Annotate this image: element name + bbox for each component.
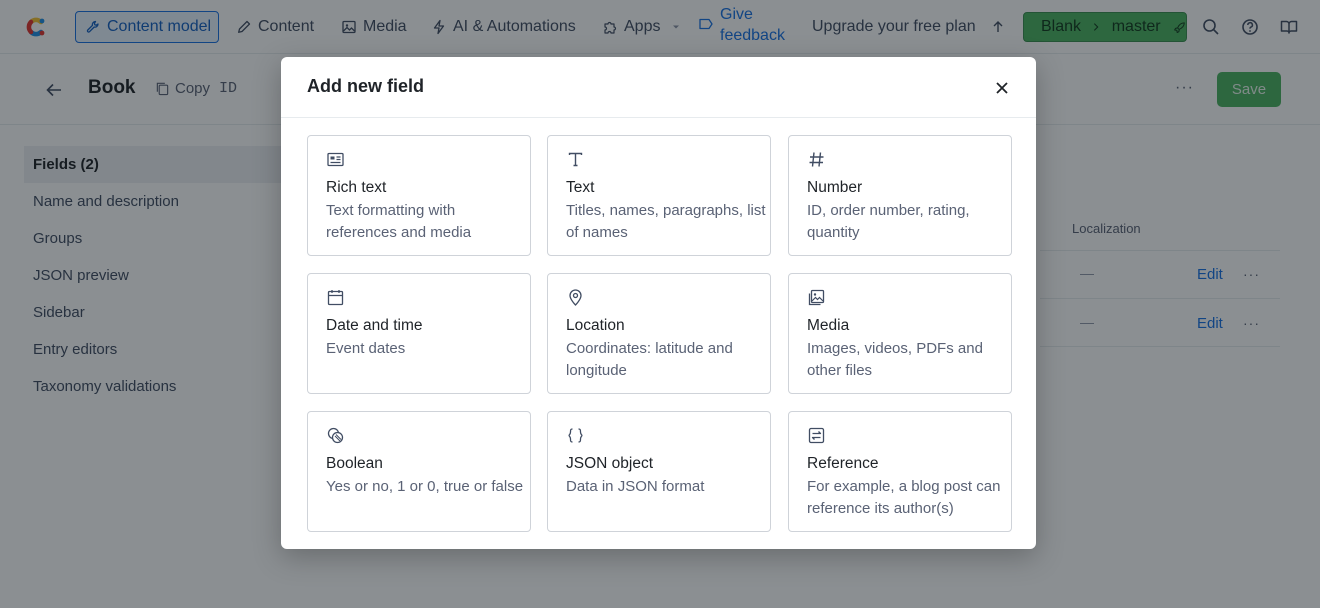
card-title: Reference (807, 455, 879, 472)
modal-header: Add new field (281, 57, 1036, 118)
text-icon (568, 152, 583, 167)
card-title: Boolean (326, 455, 383, 472)
number-icon (809, 152, 824, 167)
modal-title: Add new field (307, 76, 424, 96)
rich-text-icon (327, 152, 344, 167)
card-title: Rich text (326, 179, 387, 196)
calendar-icon (327, 290, 344, 306)
field-type-boolean[interactable]: Boolean Yes or no, 1 or 0, true or false (307, 411, 531, 532)
reference-icon (808, 427, 825, 444)
card-title: Media (807, 317, 850, 334)
card-description: ID, order number, rating, quantity (807, 202, 970, 241)
field-type-text[interactable]: Text Titles, names, paragraphs, list of … (547, 135, 771, 256)
field-type-location[interactable]: Location Coordinates: latitude and longi… (547, 273, 771, 394)
card-title: Date and time (326, 317, 423, 334)
media-icon (808, 289, 825, 306)
field-type-reference[interactable]: Reference For example, a blog post can r… (788, 411, 1012, 532)
card-description: Text formatting with references and medi… (326, 202, 472, 241)
card-title: Number (807, 179, 863, 196)
card-description: Images, videos, PDFs and other files (807, 340, 983, 379)
close-icon (996, 82, 1008, 94)
card-title: JSON object (566, 455, 654, 472)
json-icon (568, 428, 583, 443)
card-description: Yes or no, 1 or 0, true or false (326, 478, 524, 495)
location-pin-icon (569, 289, 582, 306)
card-description: Data in JSON format (566, 478, 705, 495)
modal-close-button[interactable] (991, 77, 1013, 99)
card-description: Coordinates: latitude and longitude (566, 340, 733, 379)
field-type-json-object[interactable]: JSON object Data in JSON format (547, 411, 771, 532)
card-description: Titles, names, paragraphs, list of names (566, 202, 766, 241)
field-type-date-time[interactable]: Date and time Event dates (307, 273, 531, 394)
card-description: For example, a blog post can reference i… (807, 478, 1001, 517)
field-type-media[interactable]: Media Images, videos, PDFs and other fil… (788, 273, 1012, 394)
card-title: Text (566, 179, 595, 196)
boolean-icon (327, 427, 344, 444)
card-description: Event dates (326, 340, 406, 357)
card-title: Location (566, 317, 625, 334)
add-field-modal: Add new field Rich text Text formatting … (281, 57, 1036, 549)
field-type-rich-text[interactable]: Rich text Text formatting with reference… (307, 135, 531, 256)
field-type-number[interactable]: Number ID, order number, rating, quantit… (788, 135, 1012, 256)
